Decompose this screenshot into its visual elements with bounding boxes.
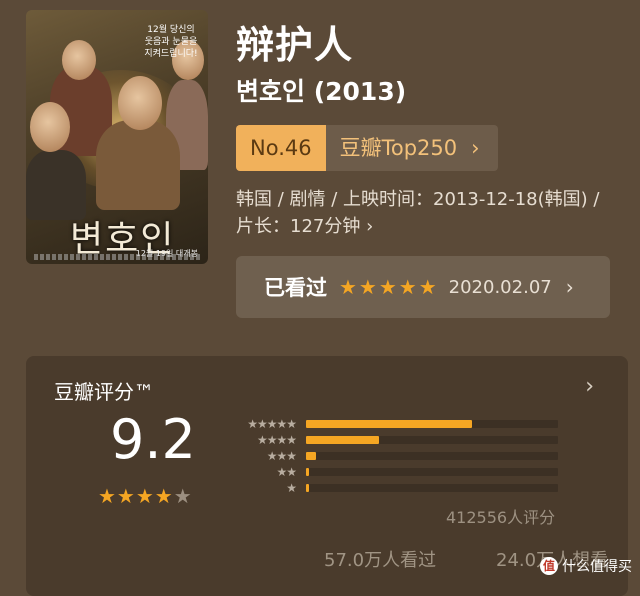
rating-distribution: ★★★★★ ★★★★ ★★★ ★★ ★ bbox=[226, 416, 558, 496]
rating-stars-half: ★ bbox=[173, 484, 193, 508]
rating-row: ★★ bbox=[226, 464, 558, 480]
rank-list-link[interactable]: 豆瓣Top250 › bbox=[325, 125, 498, 171]
chevron-right-icon: › bbox=[565, 275, 574, 299]
seen-label: 已看过 bbox=[264, 276, 327, 300]
rank-list-label: 豆瓣Top250 bbox=[339, 136, 458, 160]
seen-date: 2020.02.07 bbox=[448, 276, 552, 298]
poster-tagline: 12월 당신의 웃음과 눈물을 지켜드립니다! bbox=[144, 25, 198, 59]
rating-level: ★★★ bbox=[266, 449, 297, 463]
rating-stars-full: ★★★★ bbox=[98, 484, 174, 508]
poster-face bbox=[30, 102, 70, 152]
rating-bar-track bbox=[306, 452, 558, 460]
movie-info-text: 韩国 / 剧情 / 上映时间：2013-12-18(韩国) / 片长：127分钟 bbox=[236, 189, 600, 237]
poster-figure bbox=[96, 120, 180, 210]
chevron-right-icon: › bbox=[471, 136, 480, 160]
rank-number: No.46 bbox=[236, 125, 326, 171]
chevron-right-icon: › bbox=[366, 216, 374, 237]
rating-bar-track bbox=[306, 468, 558, 476]
rating-stars: ★★★★★ bbox=[98, 484, 193, 508]
rating-level: ★★ bbox=[276, 465, 297, 479]
watched-count[interactable]: 57.0万人看过 bbox=[324, 546, 436, 572]
rating-row: ★★★★ bbox=[226, 432, 558, 448]
seen-status-button[interactable]: 已看过 ★★★★★ 2020.02.07 › bbox=[236, 256, 610, 318]
user-rating-stars: ★★★★★ bbox=[339, 275, 439, 299]
rating-row: ★ bbox=[226, 480, 558, 496]
douban-rating-card[interactable]: 豆瓣评分™ › 9.2 ★★★★★ ★★★★★ ★★★★ ★★★ ★★ ★ 41… bbox=[26, 356, 628, 596]
rating-row: ★★★★★ bbox=[226, 416, 558, 432]
rating-bar-fill bbox=[306, 484, 310, 492]
poster-credits bbox=[34, 254, 200, 260]
movie-title: 辩护人 bbox=[236, 23, 354, 67]
smzdm-logo-icon: 值 bbox=[540, 557, 558, 575]
rating-bar-fill bbox=[306, 436, 380, 444]
rating-bar-fill bbox=[306, 468, 310, 476]
rating-bar-track bbox=[306, 484, 558, 492]
rating-bar-fill bbox=[306, 452, 317, 460]
chevron-right-icon[interactable]: › bbox=[585, 374, 594, 399]
rating-row: ★★★ bbox=[226, 448, 558, 464]
movie-poster[interactable]: 12월 당신의 웃음과 눈물을 지켜드립니다! 변호인 12월 19일 대개봉 bbox=[26, 10, 208, 264]
rating-level: ★ bbox=[286, 481, 297, 495]
poster-face bbox=[118, 76, 162, 130]
top250-rank-badge[interactable]: No.46 豆瓣Top250 › bbox=[236, 125, 498, 171]
watermark: 值 什么值得买 bbox=[540, 556, 632, 576]
rating-level: ★★★★ bbox=[256, 433, 297, 447]
rating-bar-track bbox=[306, 420, 558, 428]
movie-original-title: 변호인 (2013) bbox=[236, 77, 407, 106]
rating-score: 9.2 bbox=[110, 408, 196, 471]
rating-bar-fill bbox=[306, 420, 473, 428]
rating-level: ★★★★★ bbox=[247, 417, 297, 431]
watermark-text: 什么值得买 bbox=[562, 559, 632, 575]
rating-heading: 豆瓣评分™ bbox=[54, 380, 154, 404]
movie-info[interactable]: 韩国 / 剧情 / 上映时间：2013-12-18(韩国) / 片长：127分钟… bbox=[236, 186, 608, 240]
rating-count: 412556人评分 bbox=[446, 508, 556, 527]
rating-bar-track bbox=[306, 436, 558, 444]
poster-face bbox=[62, 40, 96, 80]
